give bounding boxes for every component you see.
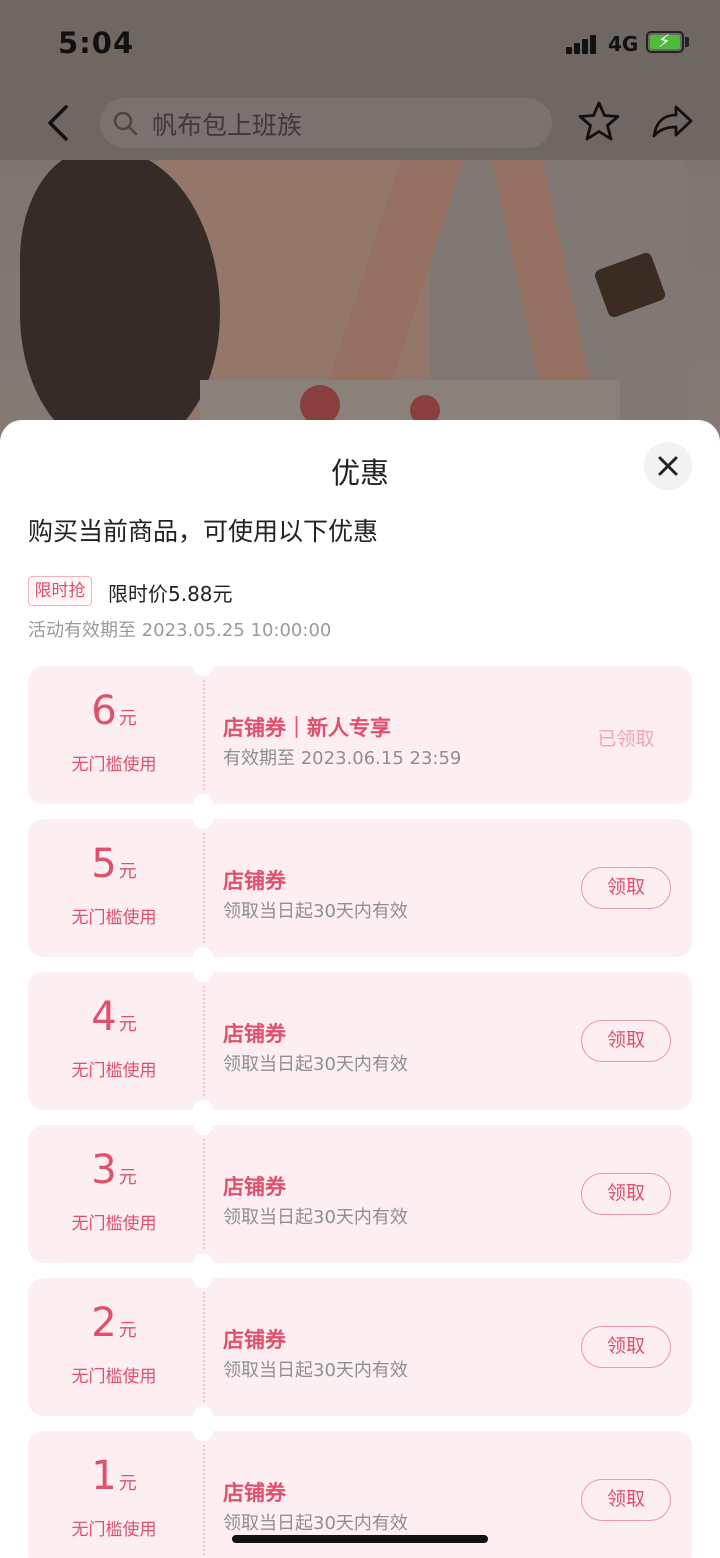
coupon-value: 6元 无门槛使用: [28, 666, 200, 804]
coupon-unit: 元: [118, 1167, 137, 1188]
coupon-validity: 领取当日起30天内有效: [223, 1207, 408, 1228]
coupon-amount: 5: [91, 841, 117, 887]
claim-button[interactable]: 领取: [581, 1479, 671, 1521]
coupon-title: 店铺券｜新人专享: [223, 716, 391, 740]
coupon-title: 店铺券: [223, 1022, 286, 1046]
coupon-card: 5元 无门槛使用 店铺券 领取当日起30天内有效 领取: [28, 809, 692, 967]
coupon-amount: 2: [91, 1300, 117, 1346]
claimed-label: 已领取: [597, 728, 655, 750]
coupon-condition: 无门槛使用: [71, 1214, 157, 1234]
coupon-unit: 元: [118, 1014, 137, 1035]
claim-button[interactable]: 领取: [581, 1020, 671, 1062]
coupon-unit: 元: [118, 708, 137, 729]
battery-icon: ⚡: [646, 31, 684, 53]
coupon-value: 2元 无门槛使用: [28, 1278, 200, 1416]
claim-button[interactable]: 领取: [581, 867, 671, 909]
coupon-value: 4元 无门槛使用: [28, 972, 200, 1110]
coupon-card: 4元 无门槛使用 店铺券 领取当日起30天内有效 领取: [28, 962, 692, 1120]
battery-cap: [685, 37, 689, 47]
coupon-amount: 6: [91, 688, 117, 734]
coupon-condition: 无门槛使用: [71, 1061, 157, 1081]
coupon-unit: 元: [118, 1473, 137, 1494]
search-icon: [113, 111, 138, 136]
coupon-card: 3元 无门槛使用 店铺券 领取当日起30天内有效 领取: [28, 1115, 692, 1273]
search-query[interactable]: 帆布包上班族: [152, 106, 302, 142]
favorite-star-icon[interactable]: [578, 100, 620, 142]
coupon-condition: 无门槛使用: [71, 755, 157, 775]
claim-button[interactable]: 领取: [581, 1326, 671, 1368]
coupon-validity: 领取当日起30天内有效: [223, 1360, 408, 1381]
coupon-value: 5元 无门槛使用: [28, 819, 200, 957]
coupon-sheet: 优惠 购买当前商品，可使用以下优惠 限时抢 限时价5.88元 活动有效期至 20…: [0, 420, 720, 1558]
product-photo: [0, 160, 720, 440]
coupon-title: 店铺券: [223, 1175, 286, 1199]
sheet-subtitle: 购买当前商品，可使用以下优惠: [28, 517, 379, 546]
coupon-amount: 4: [91, 994, 117, 1040]
promo-price: 限时价5.88元: [108, 582, 233, 606]
coupon-unit: 元: [118, 861, 137, 882]
status-bar: 5:04 4G ⚡: [0, 0, 720, 90]
promo-period: 活动有效期至 2023.05.25 10:00:00: [28, 620, 332, 641]
close-button[interactable]: [644, 442, 692, 490]
coupon-card: 2元 无门槛使用 店铺券 领取当日起30天内有效 领取: [28, 1268, 692, 1426]
close-icon: [658, 456, 678, 476]
coupon-value: 3元 无门槛使用: [28, 1125, 200, 1263]
signal-icon: [566, 34, 598, 54]
coupon-title: 店铺券: [223, 1481, 286, 1505]
back-icon[interactable]: [42, 104, 76, 142]
status-time: 5:04: [58, 26, 135, 60]
promo-tag: 限时抢: [28, 576, 92, 606]
coupon-title: 店铺券: [223, 869, 286, 893]
coupon-validity: 领取当日起30天内有效: [223, 1513, 408, 1534]
coupon-validity: 领取当日起30天内有效: [223, 901, 408, 922]
coupon-unit: 元: [118, 1320, 137, 1341]
coupon-condition: 无门槛使用: [71, 908, 157, 928]
coupon-validity: 领取当日起30天内有效: [223, 1054, 408, 1075]
sheet-title: 优惠: [330, 456, 389, 490]
coupon-card: 6元 无门槛使用 店铺券｜新人专享 有效期至 2023.06.15 23:59 …: [28, 656, 692, 814]
home-indicator[interactable]: [232, 1535, 488, 1543]
coupon-validity: 有效期至 2023.06.15 23:59: [223, 748, 462, 769]
coupon-condition: 无门槛使用: [71, 1520, 157, 1540]
coupon-condition: 无门槛使用: [71, 1367, 157, 1387]
network-label: 4G: [608, 32, 639, 56]
share-icon[interactable]: [650, 102, 694, 142]
coupon-amount: 1: [91, 1453, 117, 1499]
coupon-value: 1元 无门槛使用: [28, 1431, 200, 1558]
coupon-amount: 3: [91, 1147, 117, 1193]
coupon-title: 店铺券: [223, 1328, 286, 1352]
claim-button[interactable]: 领取: [581, 1173, 671, 1215]
